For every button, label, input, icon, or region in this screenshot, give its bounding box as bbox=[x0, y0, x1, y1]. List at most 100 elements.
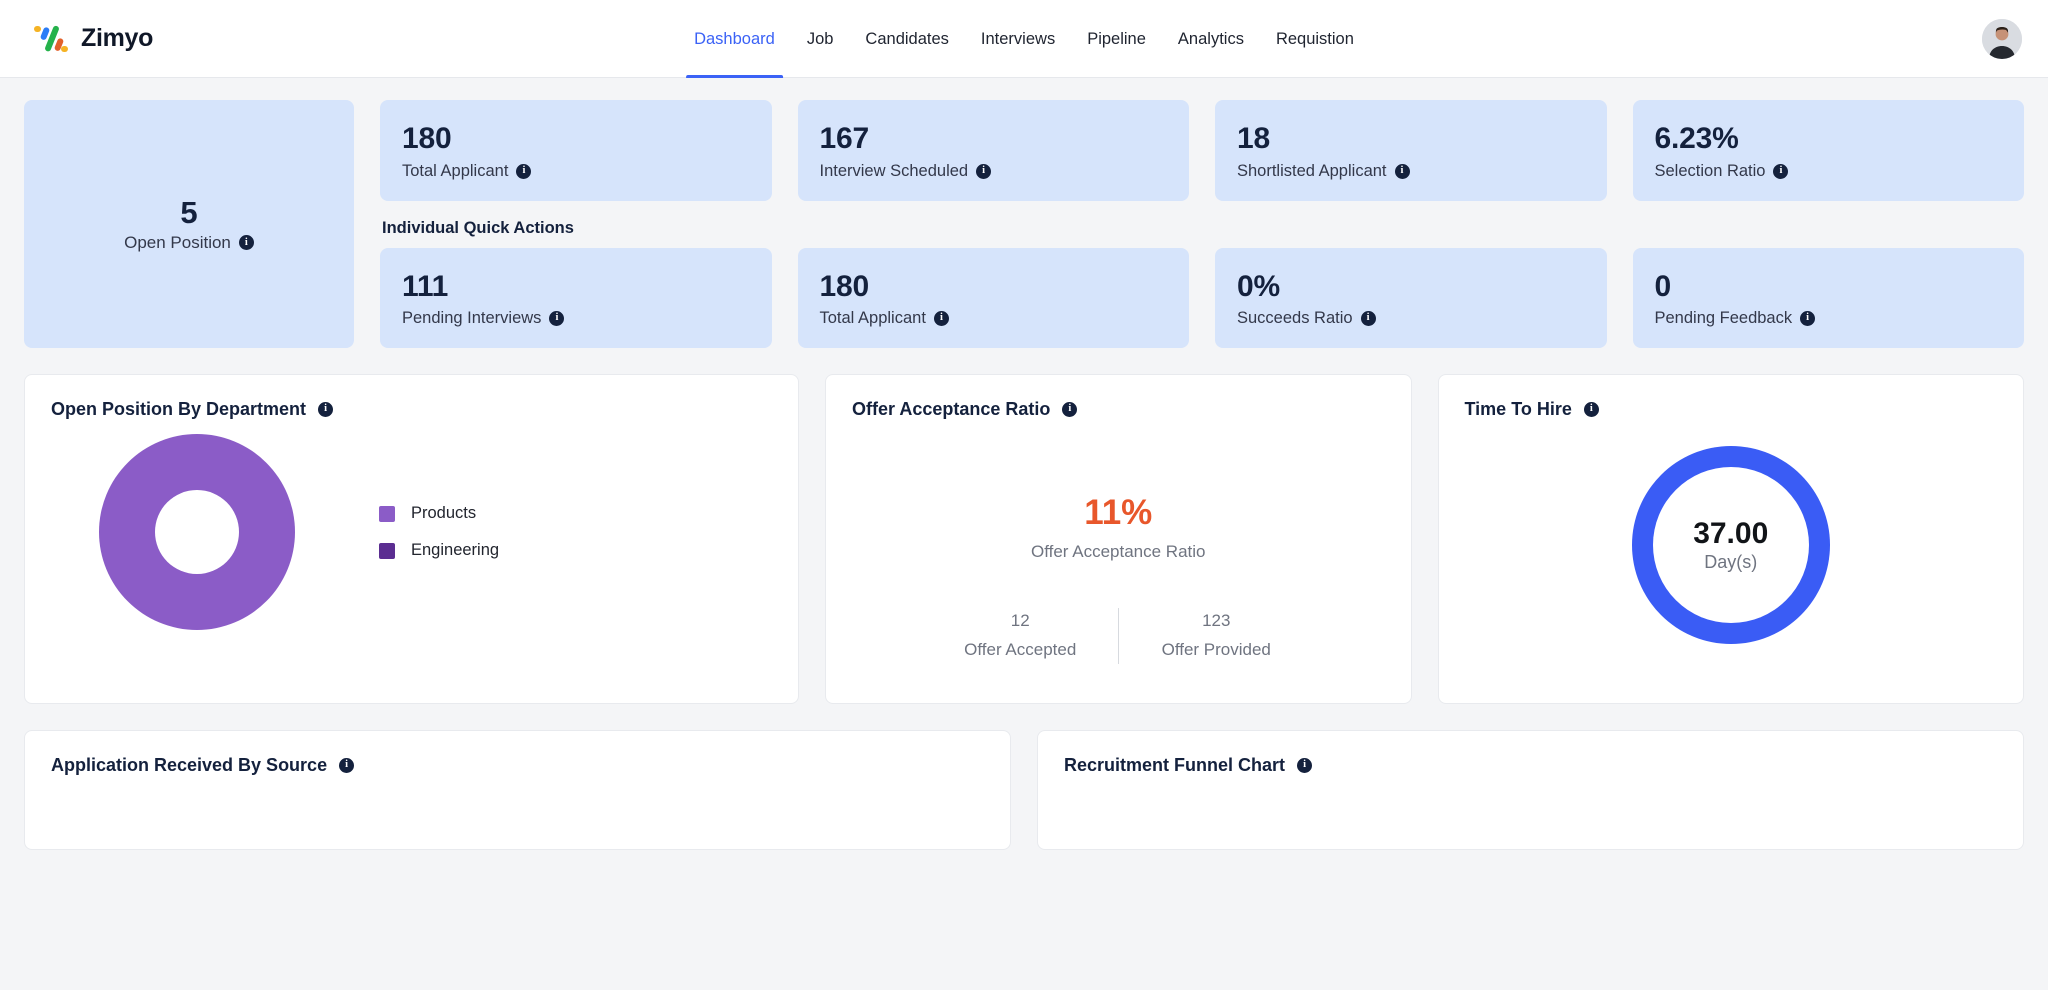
dashboard-page: 5 Open Position i 180 Total Applicant i … bbox=[0, 78, 2048, 705]
kpi-card-succeeds-ratio[interactable]: 0% Succeeds Ratio i bbox=[1215, 247, 1607, 349]
panel-title: Open Position By Department i bbox=[51, 399, 772, 420]
panel-open-position-by-department: Open Position By Department i Products En… bbox=[24, 374, 799, 705]
nav-item-job[interactable]: Job bbox=[791, 0, 850, 78]
panel-time-to-hire: Time To Hire i 37.00 Day(s) bbox=[1437, 374, 2024, 705]
panel-title: Recruitment Funnel Chart i bbox=[1064, 755, 1997, 776]
info-icon[interactable]: i bbox=[339, 758, 355, 774]
legend-swatch-icon bbox=[379, 505, 395, 522]
info-icon[interactable]: i bbox=[976, 163, 992, 179]
brand-name: Zimyo bbox=[81, 24, 154, 52]
kpi-value-open-position: 5 bbox=[180, 195, 198, 231]
kpi-card-total-applicant[interactable]: 180 Total Applicant i bbox=[380, 100, 772, 201]
kpi-label-total-applicant: Total Applicant i bbox=[402, 162, 750, 181]
panel-title-text: Time To Hire bbox=[1464, 399, 1572, 420]
kpi-label-open-position: Open Position i bbox=[124, 233, 254, 253]
info-icon[interactable]: i bbox=[1800, 311, 1816, 327]
info-icon[interactable]: i bbox=[1394, 163, 1410, 179]
time-to-hire-value: 37.00 bbox=[1693, 517, 1769, 551]
avatar-wrapper bbox=[1982, 18, 2022, 59]
kpi-card-pending-interviews[interactable]: 111 Pending Interviews i bbox=[380, 247, 772, 349]
info-icon[interactable]: i bbox=[1583, 402, 1599, 418]
panel-title-text: Recruitment Funnel Chart bbox=[1064, 755, 1286, 776]
quick-actions-title: Individual Quick Actions bbox=[382, 218, 574, 237]
info-icon[interactable]: i bbox=[1062, 402, 1078, 418]
info-icon[interactable]: i bbox=[933, 311, 949, 327]
offer-accepted-label: Offer Accepted bbox=[964, 640, 1077, 660]
top-navbar: Zimyo Dashboard Job Candidates Interview… bbox=[0, 0, 2048, 78]
kpi-value-pending-interviews: 111 bbox=[402, 269, 449, 303]
kpi-value-total-applicant: 180 bbox=[402, 122, 452, 155]
zimyo-logo-icon bbox=[33, 22, 68, 56]
kpi-value-succeeds-ratio: 0% bbox=[1237, 269, 1280, 303]
offer-accepted-col: 12 Offer Accepted bbox=[923, 611, 1118, 660]
info-icon[interactable]: i bbox=[516, 163, 532, 179]
kpi-label-shortlisted-applicant: Shortlisted Applicant i bbox=[1237, 162, 1585, 181]
avatar[interactable] bbox=[1982, 18, 2022, 59]
gauge-area: 37.00 Day(s) bbox=[1465, 446, 1997, 645]
legend-label: Products bbox=[411, 504, 477, 523]
avatar-image bbox=[1982, 18, 2022, 59]
panel-application-received-by-source: Application Received By Source i bbox=[24, 730, 1011, 851]
donut-hole bbox=[155, 490, 239, 575]
kpi-card-open-position[interactable]: 5 Open Position i bbox=[24, 100, 354, 349]
legend-label: Engineering bbox=[411, 541, 500, 560]
nav-item-interviews[interactable]: Interviews bbox=[965, 0, 1071, 78]
quick-actions-col-4: 0 Pending Feedback i bbox=[1632, 201, 2025, 349]
panel-title: Time To Hire i bbox=[1465, 399, 1997, 420]
panel-title-text: Application Received By Source bbox=[51, 755, 328, 776]
kpi-label-text: Total Applicant bbox=[819, 309, 926, 328]
kpi-label-text: Shortlisted Applicant bbox=[1237, 161, 1387, 180]
kpi-label-text: Interview Scheduled bbox=[819, 161, 969, 180]
panel-title: Offer Acceptance Ratio i bbox=[852, 399, 1385, 420]
brand[interactable]: Zimyo bbox=[0, 22, 153, 56]
kpi-label-total-applicant-quick: Total Applicant i bbox=[820, 309, 1168, 328]
chart-legend: Products Engineering bbox=[379, 504, 499, 560]
quick-actions-col-3: 0% Succeeds Ratio i bbox=[1215, 201, 1607, 349]
nav-item-candidates[interactable]: Candidates bbox=[849, 0, 964, 78]
kpi-card-shortlisted-applicant[interactable]: 18 Shortlisted Applicant i bbox=[1215, 100, 1607, 201]
time-to-hire-ring-chart[interactable]: 37.00 Day(s) bbox=[1631, 446, 1830, 645]
kpi-label-pending-feedback: Pending Feedback i bbox=[1655, 309, 2003, 328]
main-nav: Dashboard Job Candidates Interviews Pipe… bbox=[678, 0, 1370, 78]
legend-item-engineering[interactable]: Engineering bbox=[379, 541, 499, 560]
offer-provided-value: 123 bbox=[1202, 611, 1231, 631]
kpi-label-selection-ratio: Selection Ratio i bbox=[1655, 162, 2003, 181]
kpi-card-total-applicant-quick[interactable]: 180 Total Applicant i bbox=[797, 247, 1189, 349]
kpi-label-text: Total Applicant bbox=[402, 161, 509, 180]
quick-actions-col-1: Individual Quick Actions 111 Pending Int… bbox=[380, 201, 772, 349]
kpi-label-text: Selection Ratio bbox=[1654, 161, 1766, 180]
info-icon[interactable]: i bbox=[318, 402, 334, 418]
nav-item-analytics[interactable]: Analytics bbox=[1162, 0, 1260, 78]
kpi-grid: 5 Open Position i 180 Total Applicant i … bbox=[24, 100, 2025, 349]
info-icon[interactable]: i bbox=[238, 235, 254, 251]
legend-swatch-icon bbox=[379, 542, 395, 559]
panel-title: Application Received By Source i bbox=[51, 755, 984, 776]
info-icon[interactable]: i bbox=[1360, 311, 1376, 327]
bottom-charts-row: Application Received By Source i Recruit… bbox=[0, 730, 2048, 874]
kpi-value-shortlisted-applicant: 18 bbox=[1237, 122, 1270, 155]
kpi-card-pending-feedback[interactable]: 0 Pending Feedback i bbox=[1632, 247, 2024, 349]
info-icon[interactable]: i bbox=[549, 311, 565, 327]
legend-item-products[interactable]: Products bbox=[379, 504, 499, 523]
info-icon[interactable]: i bbox=[1773, 163, 1789, 179]
nav-item-dashboard[interactable]: Dashboard bbox=[678, 0, 791, 78]
nav-item-pipeline[interactable]: Pipeline bbox=[1071, 0, 1162, 78]
kpi-label-text: Pending Feedback bbox=[1654, 309, 1793, 328]
nav-item-requistion[interactable]: Requistion bbox=[1260, 0, 1370, 78]
kpi-label-interview-scheduled: Interview Scheduled i bbox=[820, 162, 1168, 181]
kpi-value-selection-ratio: 6.23% bbox=[1654, 122, 1739, 155]
kpi-card-interview-scheduled[interactable]: 167 Interview Scheduled i bbox=[797, 100, 1189, 201]
offer-acceptance-caption: Offer Acceptance Ratio bbox=[1030, 541, 1206, 561]
offer-acceptance-percent: 11% bbox=[1084, 493, 1153, 533]
offer-ratio-block: 11% Offer Acceptance Ratio bbox=[852, 494, 1385, 562]
info-icon[interactable]: i bbox=[1297, 758, 1313, 774]
kpi-value-total-applicant-quick: 180 bbox=[819, 269, 870, 303]
offer-accepted-value: 12 bbox=[1010, 611, 1030, 631]
donut-chart-open-position-by-department[interactable] bbox=[99, 434, 295, 631]
panel-offer-acceptance-ratio: Offer Acceptance Ratio i 11% Offer Accep… bbox=[825, 374, 1412, 705]
offer-provided-label: Offer Provided bbox=[1161, 640, 1271, 660]
kpi-card-selection-ratio[interactable]: 6.23% Selection Ratio i bbox=[1632, 100, 2024, 201]
